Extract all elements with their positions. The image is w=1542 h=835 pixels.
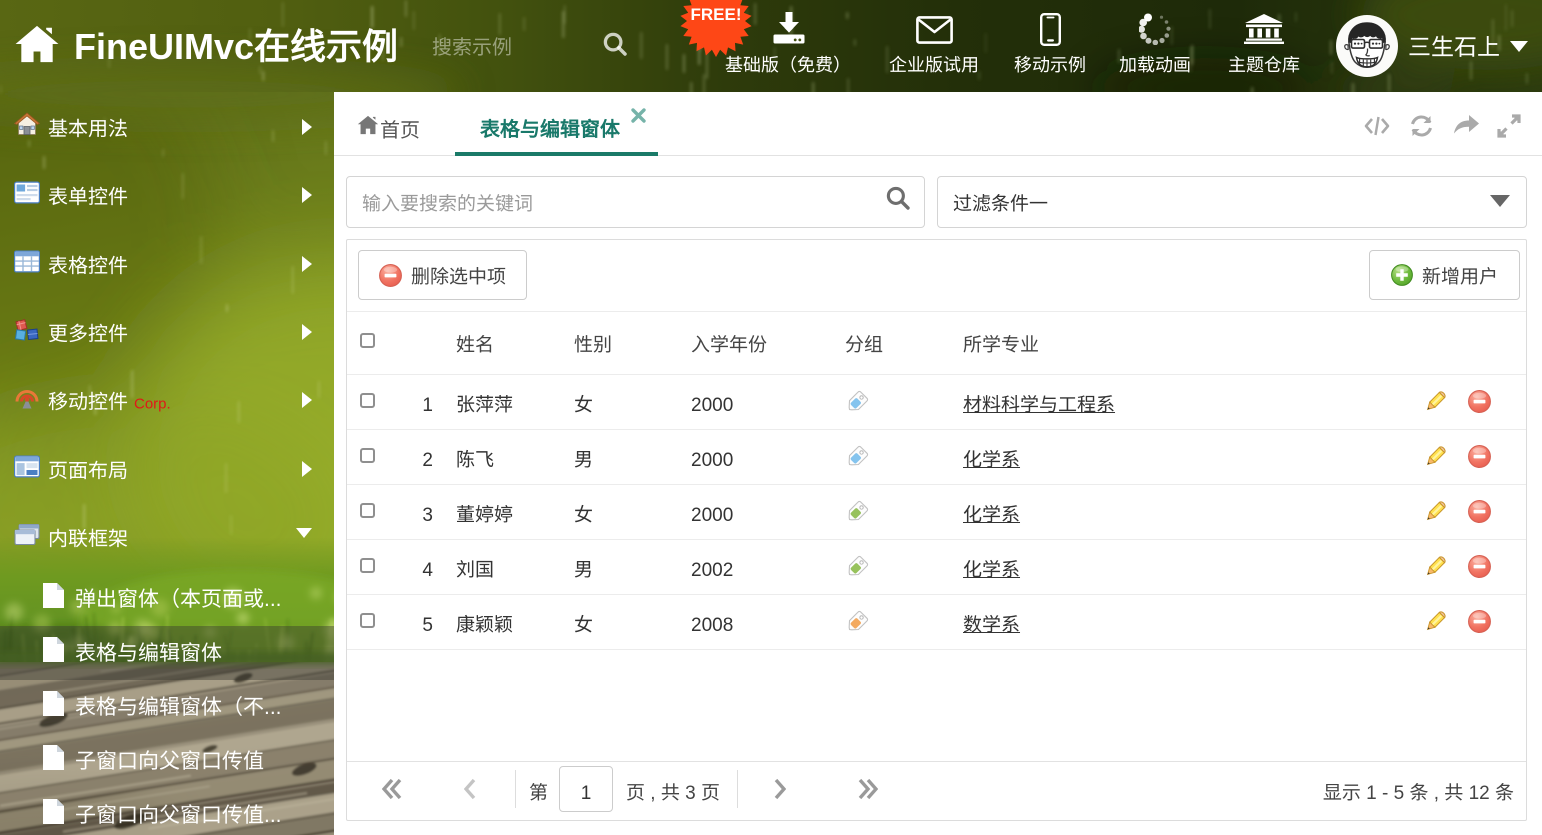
svg-text:FREE!: FREE! bbox=[691, 5, 742, 24]
